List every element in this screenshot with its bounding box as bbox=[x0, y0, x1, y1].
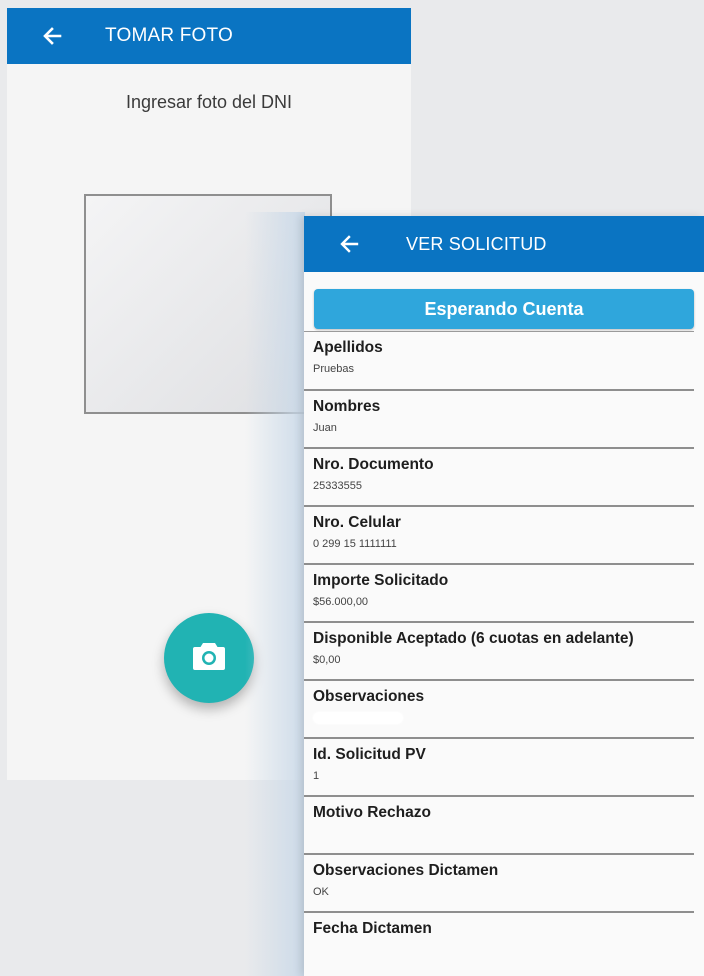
redacted-value bbox=[313, 712, 403, 725]
field-value bbox=[313, 944, 694, 957]
page-title: VER SOLICITUD bbox=[406, 233, 547, 254]
field-disponible-aceptado: Disponible Aceptado (6 cuotas en adelant… bbox=[304, 621, 694, 679]
field-observaciones-dictamen: Observaciones Dictamen OK bbox=[304, 853, 694, 911]
field-label: Id. Solicitud PV bbox=[313, 746, 426, 763]
overlay-shadow bbox=[245, 212, 305, 976]
field-value-redacted bbox=[313, 712, 694, 725]
field-value: Pruebas bbox=[313, 363, 354, 375]
field-value: 1 bbox=[313, 770, 320, 782]
field-value: 25333555 bbox=[313, 480, 362, 492]
field-observaciones: Observaciones bbox=[304, 679, 694, 737]
field-label: Nombres bbox=[313, 398, 381, 415]
field-value bbox=[313, 828, 694, 841]
arrow-left-icon[interactable] bbox=[41, 25, 63, 47]
tomar-foto-appbar: TOMAR FOTO bbox=[7, 8, 411, 64]
field-value: $0,00 bbox=[313, 654, 341, 666]
field-nro-celular: Nro. Celular 0 299 15 1111111 bbox=[304, 505, 694, 563]
field-apellidos: Apellidos Pruebas bbox=[304, 331, 694, 389]
page-title: TOMAR FOTO bbox=[105, 25, 233, 46]
field-nro-documento: Nro. Documento 25333555 bbox=[304, 447, 694, 505]
field-label: Apellidos bbox=[313, 339, 383, 356]
field-label: Observaciones Dictamen bbox=[313, 862, 499, 879]
field-motivo-rechazo: Motivo Rechazo bbox=[304, 795, 694, 853]
take-photo-button[interactable] bbox=[164, 613, 254, 703]
field-label: Motivo Rechazo bbox=[313, 804, 431, 821]
ver-solicitud-appbar: VER SOLICITUD bbox=[304, 216, 704, 272]
field-label: Nro. Celular bbox=[313, 514, 401, 531]
field-value: Juan bbox=[313, 422, 337, 434]
fields-list: Apellidos Pruebas Nombres Juan Nro. Docu… bbox=[304, 331, 704, 969]
field-fecha-dictamen: Fecha Dictamen bbox=[304, 911, 694, 969]
camera-icon bbox=[191, 640, 227, 677]
arrow-left-icon[interactable] bbox=[338, 233, 360, 255]
status-button[interactable]: Esperando Cuenta bbox=[314, 289, 694, 329]
field-value: OK bbox=[313, 886, 329, 898]
field-label: Disponible Aceptado (6 cuotas en adelant… bbox=[313, 630, 634, 647]
ver-solicitud-screen: VER SOLICITUD Esperando Cuenta Apellidos… bbox=[304, 216, 704, 976]
field-value: 0 299 15 1111111 bbox=[313, 538, 397, 550]
field-nombres: Nombres Juan bbox=[304, 389, 694, 447]
field-label: Observaciones bbox=[313, 688, 425, 705]
field-label: Fecha Dictamen bbox=[313, 920, 432, 937]
field-value: $56.000,00 bbox=[313, 596, 369, 608]
field-id-solicitud-pv: Id. Solicitud PV 1 bbox=[304, 737, 694, 795]
field-label: Importe Solicitado bbox=[313, 572, 449, 589]
field-label: Nro. Documento bbox=[313, 456, 434, 473]
photo-instruction: Ingresar foto del DNI bbox=[125, 92, 293, 112]
field-importe-solicitado: Importe Solicitado $56.000,00 bbox=[304, 563, 694, 621]
